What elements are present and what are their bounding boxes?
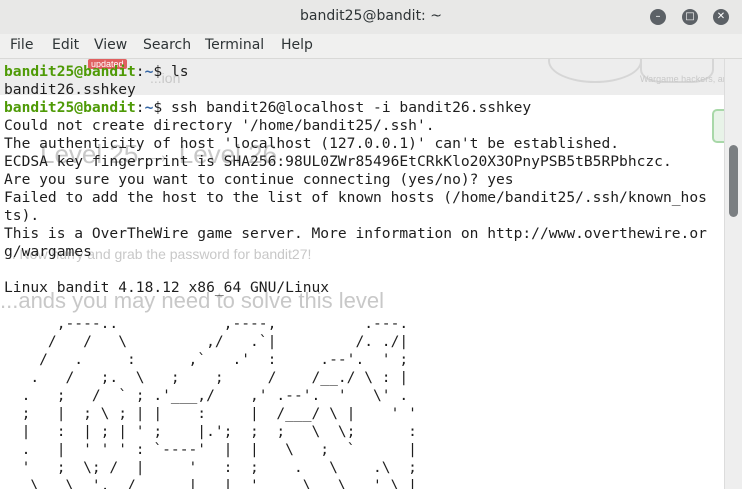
terminal-prompt-line: bandit25@bandit:~$ ssh bandit26@localhos… <box>4 99 532 116</box>
terminal-output-line: / / \ ,/ .`| /. ./| <box>4 333 409 350</box>
menu-view[interactable]: View <box>94 37 127 53</box>
menu-search[interactable]: Search <box>143 37 191 53</box>
ghost-green-button <box>712 109 724 143</box>
terminal-output-line: ts). <box>4 207 40 224</box>
terminal-output-line: . / ;. \ ; ; / /__./ \ : | <box>4 369 409 386</box>
terminal-output-line: . | ' ' ' : `----' | | \ ; ` | <box>4 441 417 458</box>
terminal-output-line: This is a OverTheWire game server. More … <box>4 225 707 242</box>
terminal-output-line: The authenticity of host 'localhost (127… <box>4 135 620 152</box>
terminal-output-line: bandit26.sshkey <box>4 81 136 98</box>
terminal-output-line: \ \ ', / | | ' \ \ ' \ | <box>4 477 417 489</box>
menu-help[interactable]: Help <box>281 37 313 53</box>
prompt-command: $ ls <box>153 63 189 80</box>
prompt-user: bandit25@bandit <box>4 63 136 80</box>
minimize-icon[interactable]: – <box>650 9 666 25</box>
terminal-output-line: Are you sure you want to continue connec… <box>4 171 514 188</box>
terminal-area[interactable]: updated ...ion Wargame hackers, and Leve… <box>0 59 724 489</box>
menu-bar: File Edit View Search Terminal Help <box>0 34 742 59</box>
terminal-output-line: ' ; \; / | ' : ; . \ .\ ; <box>4 459 417 476</box>
terminal-output-line: | : | ; | ' ; |.'; ; ; \ \; : <box>4 423 417 440</box>
terminal-output-line <box>4 261 707 279</box>
menu-edit[interactable]: Edit <box>52 37 79 53</box>
terminal-output-line: ECDSA key fingerprint is SHA256:98UL0ZWr… <box>4 153 672 170</box>
terminal-output-line <box>4 297 707 315</box>
maximize-icon[interactable]: □ <box>682 9 698 25</box>
prompt-user: bandit25@bandit <box>4 99 136 116</box>
scrollbar-thumb[interactable] <box>729 145 738 217</box>
vertical-scrollbar[interactable] <box>724 59 742 489</box>
terminal-output: bandit25@bandit:~$ ls bandit26.sshkey band… <box>4 63 707 489</box>
terminal-output-line: ,----.. ,----, .---. <box>4 315 409 332</box>
terminal-output-line: / . : ,` .' : .--'. ' ; <box>4 351 409 368</box>
menu-terminal[interactable]: Terminal <box>205 37 264 53</box>
terminal-output-line: Could not create directory '/home/bandit… <box>4 117 435 134</box>
terminal-output-line: ; | ; \ ; | | : | /___/ \ | ' ' <box>4 405 417 422</box>
close-icon[interactable]: ✕ <box>713 9 729 25</box>
terminal-output-line: g/wargames <box>4 243 92 260</box>
title-bar: bandit25@bandit: ~ – □ ✕ <box>0 0 742 35</box>
terminal-output-line: Linux bandit 4.18.12 x86_64 GNU/Linux <box>4 279 330 296</box>
terminal-output-line: . ; / ` ; .'___,/ ,' .--'. ' \' . <box>4 387 409 404</box>
terminal-prompt-line: bandit25@bandit:~$ ls <box>4 63 189 80</box>
menu-file[interactable]: File <box>10 37 33 53</box>
terminal-output-line: Failed to add the host to the list of kn… <box>4 189 707 206</box>
prompt-command: $ ssh bandit26@localhost -i bandit26.ssh… <box>153 99 532 116</box>
window-title: bandit25@bandit: ~ <box>300 8 442 24</box>
